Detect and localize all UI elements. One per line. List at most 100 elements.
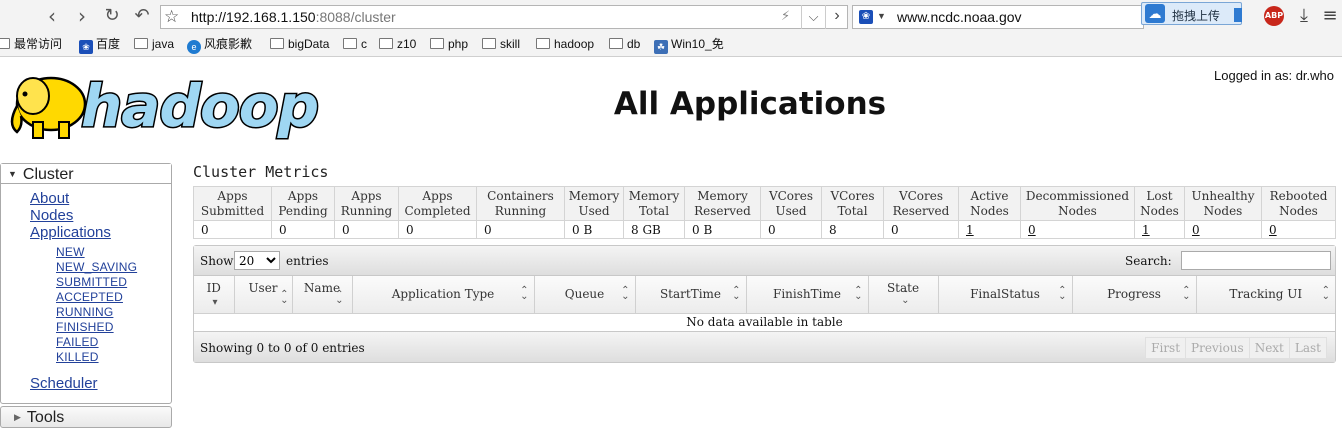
metric-vcores-total: 8: [821, 220, 884, 239]
cloud-upload-label: 拖拽上传: [1172, 9, 1221, 23]
site-icon: e: [187, 40, 201, 54]
nav-nodes-link[interactable]: Nodes: [30, 207, 73, 224]
rebooted-nodes-link[interactable]: 0: [1269, 223, 1277, 237]
sort-icon: ⌃ ⌄: [901, 289, 910, 306]
baidu-icon: ❀: [79, 40, 93, 54]
nav-state-accepted[interactable]: ACCEPTED: [56, 290, 123, 304]
folder-icon: [134, 38, 148, 49]
nav-state-new[interactable]: NEW: [56, 245, 85, 259]
bookmark-c[interactable]: c: [343, 36, 367, 54]
nav-scheduler-link[interactable]: Scheduler: [30, 375, 98, 392]
bookmark-db[interactable]: db: [609, 36, 640, 54]
folder-icon: [343, 38, 357, 49]
metric-header: Active Nodes: [958, 186, 1021, 221]
metric-header: VCores Used: [760, 186, 822, 221]
col-start-time[interactable]: StartTime ⌃ ⌄: [635, 276, 747, 314]
tools-section-header[interactable]: ▶ Tools: [0, 406, 172, 428]
sort-icon: ⌃ ⌄: [732, 285, 741, 302]
col-application-type[interactable]: Application Type ⌃ ⌄: [352, 276, 535, 314]
search-label: Search:: [1125, 254, 1172, 268]
col-id[interactable]: ID ▾: [194, 276, 235, 314]
sort-icon: ⌃ ⌄: [621, 285, 630, 302]
undo-icon[interactable]: ↶: [130, 5, 154, 29]
bookmark-z10[interactable]: z10: [379, 36, 416, 54]
metric-header: VCores Reserved: [883, 186, 959, 221]
nav-state-failed[interactable]: FAILED: [56, 335, 99, 349]
cloud-upload-button[interactable]: ☁ 拖拽上传: [1141, 2, 1242, 25]
table-search-input[interactable]: [1181, 251, 1331, 270]
decommissioned-nodes-link[interactable]: 0: [1028, 223, 1036, 237]
lightning-icon[interactable]: ⚡: [781, 9, 790, 24]
url-dropdown-icon[interactable]: ⌵: [801, 5, 825, 29]
sort-icon: ⌃ ⌄: [335, 289, 344, 306]
metric-header: Apps Submitted: [193, 186, 272, 221]
metric-vcores-used: 0: [760, 220, 822, 239]
bookmark-hadoop[interactable]: hadoop: [536, 36, 594, 54]
nav-state-submitted[interactable]: SUBMITTED: [56, 275, 127, 289]
bookmark-win10[interactable]: ☘ Win10_免: [654, 36, 724, 54]
folder-icon: [536, 38, 550, 49]
metric-rebooted-nodes: 0: [1261, 220, 1336, 239]
go-arrow-icon[interactable]: ›: [825, 5, 848, 29]
baidu-paw-icon[interactable]: ❀: [859, 10, 873, 24]
pager-previous-button[interactable]: Previous: [1185, 337, 1250, 359]
bookmark-skill[interactable]: skill: [482, 36, 520, 54]
col-final-status[interactable]: FinalStatus ⌃ ⌄: [938, 276, 1073, 314]
cluster-section-header[interactable]: ▼ Cluster: [1, 164, 171, 184]
sidebar-nav: ▼ Cluster About Nodes Applications NEW NE…: [0, 163, 172, 404]
bookmark-fenghen[interactable]: e 风痕影歉: [187, 36, 252, 54]
table-bottom-controls: Showing 0 to 0 of 0 entries First Previou…: [194, 331, 1335, 362]
lost-nodes-link[interactable]: 1: [1142, 223, 1150, 237]
search-value: www.ncdc.noaa.gov: [897, 9, 1022, 25]
bookmark-bigdata[interactable]: bigData: [270, 36, 329, 54]
bookmark-baidu[interactable]: ❀ 百度: [79, 36, 120, 54]
search-bar[interactable]: ❀ ▼ www.ncdc.noaa.gov: [852, 5, 1144, 29]
bookmark-java[interactable]: java: [134, 36, 174, 54]
forward-icon[interactable]: ›: [70, 5, 94, 29]
col-name[interactable]: Name ⌃ ⌄: [292, 276, 353, 314]
metric-header: VCores Total: [821, 186, 884, 221]
bookmark-php[interactable]: php: [430, 36, 468, 54]
table-info: Showing 0 to 0 of 0 entries: [200, 341, 365, 355]
engine-dropdown-icon[interactable]: ▼: [877, 11, 886, 21]
address-bar[interactable]: ☆ http://192.168.1.150:8088/cluster ⚡ ⌵ …: [160, 5, 848, 29]
metric-decommissioned-nodes: 0: [1020, 220, 1135, 239]
unhealthy-nodes-link[interactable]: 0: [1192, 223, 1200, 237]
nav-state-finished[interactable]: FINISHED: [56, 320, 114, 334]
active-nodes-link[interactable]: 1: [966, 223, 974, 237]
triangle-right-icon: ▶: [14, 412, 21, 422]
back-icon[interactable]: ‹: [40, 5, 64, 29]
metric-header: Apps Running: [334, 186, 399, 221]
page-size-select[interactable]: 20: [234, 251, 280, 270]
download-icon[interactable]: ⤓: [1294, 6, 1314, 26]
reload-icon[interactable]: ↻: [100, 5, 124, 29]
col-queue[interactable]: Queue ⌃ ⌄: [534, 276, 636, 314]
nav-about-link[interactable]: About: [30, 190, 69, 207]
nav-applications-link[interactable]: Applications: [30, 224, 111, 241]
bookmark-most-visited[interactable]: 最常访问: [0, 36, 62, 54]
folder-icon: [609, 38, 623, 49]
col-finish-time[interactable]: FinishTime ⌃ ⌄: [746, 276, 869, 314]
nav-state-running[interactable]: RUNNING: [56, 305, 113, 319]
folder-icon: [482, 38, 496, 49]
cluster-metrics-title: Cluster Metrics: [193, 163, 329, 181]
adblock-icon[interactable]: ABP: [1264, 6, 1284, 26]
bookmark-star-icon[interactable]: ☆: [164, 7, 179, 27]
col-tracking-ui[interactable]: Tracking UI ⌃ ⌄: [1196, 276, 1335, 314]
menu-icon[interactable]: ≡: [1320, 6, 1340, 26]
metric-header: Rebooted Nodes: [1261, 186, 1336, 221]
metric-header: Unhealthy Nodes: [1184, 186, 1262, 221]
pager-first-button[interactable]: First: [1145, 337, 1187, 359]
col-progress[interactable]: Progress ⌃ ⌄: [1072, 276, 1197, 314]
metric-apps-submitted: 0: [193, 220, 272, 239]
col-user[interactable]: User ⌃ ⌄: [234, 276, 293, 314]
pager-next-button[interactable]: Next: [1248, 337, 1290, 359]
metric-header: Apps Pending: [271, 186, 335, 221]
nav-state-new-saving[interactable]: NEW_SAVING: [56, 260, 137, 274]
sort-icon: ⌃ ⌄: [520, 285, 529, 302]
metric-header: Memory Used: [564, 186, 624, 221]
cluster-metrics-table: Apps Submitted Apps Pending Apps Running Ap…: [193, 186, 1336, 239]
col-state[interactable]: State ⌃ ⌄: [868, 276, 939, 314]
nav-state-killed[interactable]: KILLED: [56, 350, 99, 364]
pager-last-button[interactable]: Last: [1288, 337, 1327, 359]
